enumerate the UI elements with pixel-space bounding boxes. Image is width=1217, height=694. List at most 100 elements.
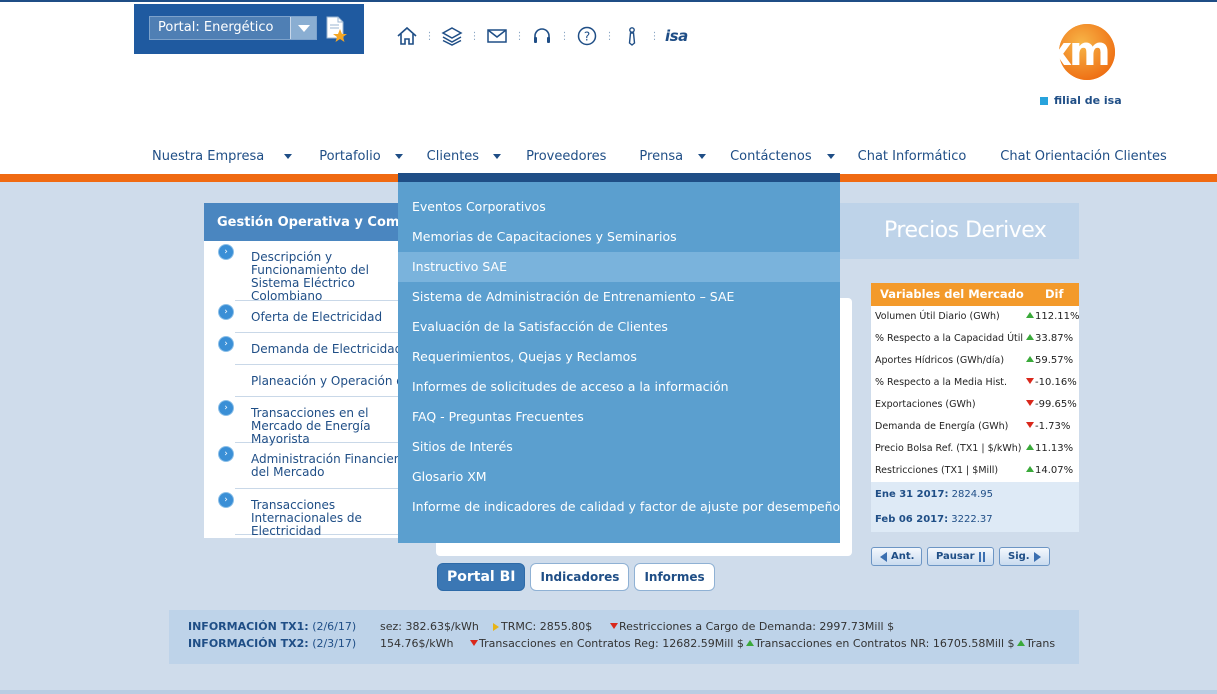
dropdown-item[interactable]: FAQ - Preguntas Frecuentes	[398, 402, 840, 432]
pause-button[interactable]: Pausar	[927, 547, 994, 566]
chevron-right-icon: ›	[219, 493, 233, 507]
layers-icon[interactable]	[440, 24, 464, 48]
arrow-up-icon	[1026, 334, 1034, 340]
square-bullet-icon	[1040, 96, 1048, 105]
help-icon[interactable]: ?	[575, 24, 599, 48]
tx2-date: (2/3/17)	[312, 637, 357, 650]
mail-icon[interactable]	[485, 24, 509, 48]
home-icon[interactable]	[395, 24, 419, 48]
list-item-label[interactable]: Transacciones en el Mercado de Energía M…	[251, 406, 371, 446]
list-item[interactable]: › Oferta de Electricidad	[219, 301, 410, 333]
headset-icon[interactable]	[530, 24, 554, 48]
arrow-up-icon	[1017, 640, 1025, 646]
gestion-operativa-panel: Gestión Operativa y Comercial › Descripci…	[204, 203, 410, 538]
list-item[interactable]: › Transacciones en el Mercado de Energía …	[219, 397, 410, 446]
list-item[interactable]: › Transacciones Internacionales de Electr…	[219, 489, 410, 538]
nav-item-proveedores[interactable]: Proveedores	[526, 149, 606, 164]
ticker-value-text: Trans	[1026, 637, 1056, 650]
separator: ⋮	[649, 30, 660, 42]
list-item-label[interactable]: Demanda de Electricidad	[251, 342, 402, 356]
informes-button[interactable]: Informes	[634, 563, 715, 591]
list-item-label[interactable]: Planeación y Operación del SIN	[251, 374, 410, 388]
nav-item-clientes[interactable]: Clientes	[427, 149, 502, 164]
dropdown-item[interactable]: Eventos Corporativos	[398, 192, 840, 222]
separator: ⋮	[424, 30, 435, 42]
tx1-date: (2/6/17)	[312, 620, 357, 633]
arrow-up-icon	[746, 640, 754, 646]
market-row-value: 14.07%	[1026, 460, 1073, 482]
caret-down-icon[interactable]	[394, 153, 403, 159]
xm-logo[interactable]: xm	[1035, 22, 1119, 84]
market-title: Variables del Mercado	[880, 287, 1024, 301]
arrow-right-icon	[493, 623, 499, 631]
prev-label: Ant.	[891, 551, 915, 562]
market-row: Precio Bolsa Ref. (TX1 | $/kWh) 11.13%	[871, 438, 1079, 460]
market-date-row: Ene 31 2017: 2824.95	[871, 482, 1079, 507]
ticker-value: Restricciones a Cargo de Demanda: 2997.7…	[610, 620, 894, 633]
market-row-label: % Respecto a la Media Hist.	[875, 377, 1008, 388]
ticker-value: Transacciones en Contratos NR: 16705.58M…	[746, 637, 1015, 650]
nav-item-portafolio[interactable]: Portafolio	[319, 149, 403, 164]
caret-down-icon[interactable]	[493, 153, 502, 159]
market-row-value: -10.16%	[1026, 372, 1077, 394]
chevron-down-icon[interactable]	[290, 17, 316, 39]
portal-select[interactable]: Portal: Energético	[149, 16, 317, 40]
ticker-value-text: Restricciones a Cargo de Demanda: 2997.7…	[619, 620, 895, 633]
favorite-document-icon[interactable]	[325, 16, 347, 42]
market-row-value: -1.73%	[1026, 416, 1070, 438]
list-item[interactable]: › Administración Financiera del Mercado	[219, 443, 410, 489]
dropdown-item[interactable]: Informes de solicitudes de acceso a la i…	[398, 372, 840, 402]
dropdown-item[interactable]: Sitios de Interés	[398, 432, 840, 462]
market-row-value-text: -99.65%	[1035, 399, 1077, 410]
nav-label: Nuestra Empresa	[152, 148, 265, 164]
market-rows: Volumen Útil Diario (GWh) 112.11% % Respec…	[871, 306, 1080, 482]
nav-label: Proveedores	[526, 148, 607, 164]
indicadores-button[interactable]: Indicadores	[530, 563, 630, 591]
svg-text:xm: xm	[1046, 29, 1108, 75]
portal-bi-button[interactable]: Portal BI	[437, 563, 526, 591]
list-item-label[interactable]: Descripción y Funcionamiento del Sistema…	[251, 250, 369, 303]
dropdown-item[interactable]: Instructivo SAE	[398, 252, 840, 282]
list-item[interactable]: › Demanda de Electricidad	[219, 333, 410, 365]
arrow-down-icon	[1026, 378, 1034, 384]
list-item-label[interactable]: Oferta de Electricidad	[251, 310, 382, 324]
arrow-down-icon	[1026, 400, 1034, 406]
chevron-right-icon: ›	[219, 447, 233, 461]
nav-item-contactenos[interactable]: Contáctenos	[730, 149, 835, 164]
list-item-label[interactable]: Transacciones Internacionales de Electri…	[251, 498, 362, 538]
arrow-down-icon	[610, 623, 618, 629]
precios-derivex-banner[interactable]: Precios Derivex	[840, 203, 1079, 259]
nav-item-chat-orientacion[interactable]: Chat Orientación Clientes	[1000, 149, 1167, 164]
tie-icon[interactable]	[620, 24, 644, 48]
dropdown-item[interactable]: Informe de indicadores de calidad y fact…	[398, 492, 840, 522]
market-row-value-text: -1.73%	[1035, 421, 1071, 432]
market-row-value-text: -10.16%	[1035, 377, 1077, 388]
market-row: Restricciones (TX1 | $Mill) 14.07%	[871, 460, 1079, 482]
panel-title: Gestión Operativa y Comercial	[204, 203, 410, 241]
caret-down-icon[interactable]	[284, 153, 293, 159]
pause-label: Pausar	[936, 551, 975, 562]
caret-down-icon[interactable]	[826, 153, 835, 159]
prev-button[interactable]: Ant.	[871, 547, 922, 566]
list-item[interactable]: ›Planeación y Operación del SIN	[235, 365, 410, 397]
nav-item-chat-informatico[interactable]: Chat Informático	[858, 149, 967, 164]
market-row-value: -99.65%	[1026, 394, 1077, 416]
market-row-value-text: 59.57%	[1035, 355, 1074, 366]
isa-logo[interactable]: isa	[665, 27, 688, 45]
dropdown-item[interactable]: Evaluación de la Satisfacción de Cliente…	[398, 312, 840, 342]
list-item[interactable]: › Descripción y Funcionamiento del Sistem…	[219, 241, 410, 303]
market-row-value: 59.57%	[1026, 350, 1073, 372]
dropdown-item[interactable]: Memorias de Capacitaciones y Seminarios	[398, 222, 840, 252]
nav-item-nuestra-empresa[interactable]: Nuestra Empresa	[152, 148, 293, 164]
next-button[interactable]: Sig.	[999, 547, 1050, 566]
list-item-label[interactable]: Administración Financiera del Mercado	[251, 452, 406, 479]
dif-label: Dif	[1045, 287, 1064, 301]
nav-item-prensa[interactable]: Prensa	[639, 149, 707, 164]
dropdown-item[interactable]: Requerimientos, Quejas y Reclamos	[398, 342, 840, 372]
caret-down-icon[interactable]	[698, 153, 707, 159]
dropdown-item[interactable]: Sistema de Administración de Entrenamien…	[398, 282, 840, 312]
arrow-down-icon	[470, 640, 478, 646]
dropdown-item[interactable]: Glosario XM	[398, 462, 840, 492]
market-variables-panel: Variables del Mercado Dif Volumen Útil D…	[871, 283, 1080, 532]
separator: ⋮	[514, 30, 525, 42]
